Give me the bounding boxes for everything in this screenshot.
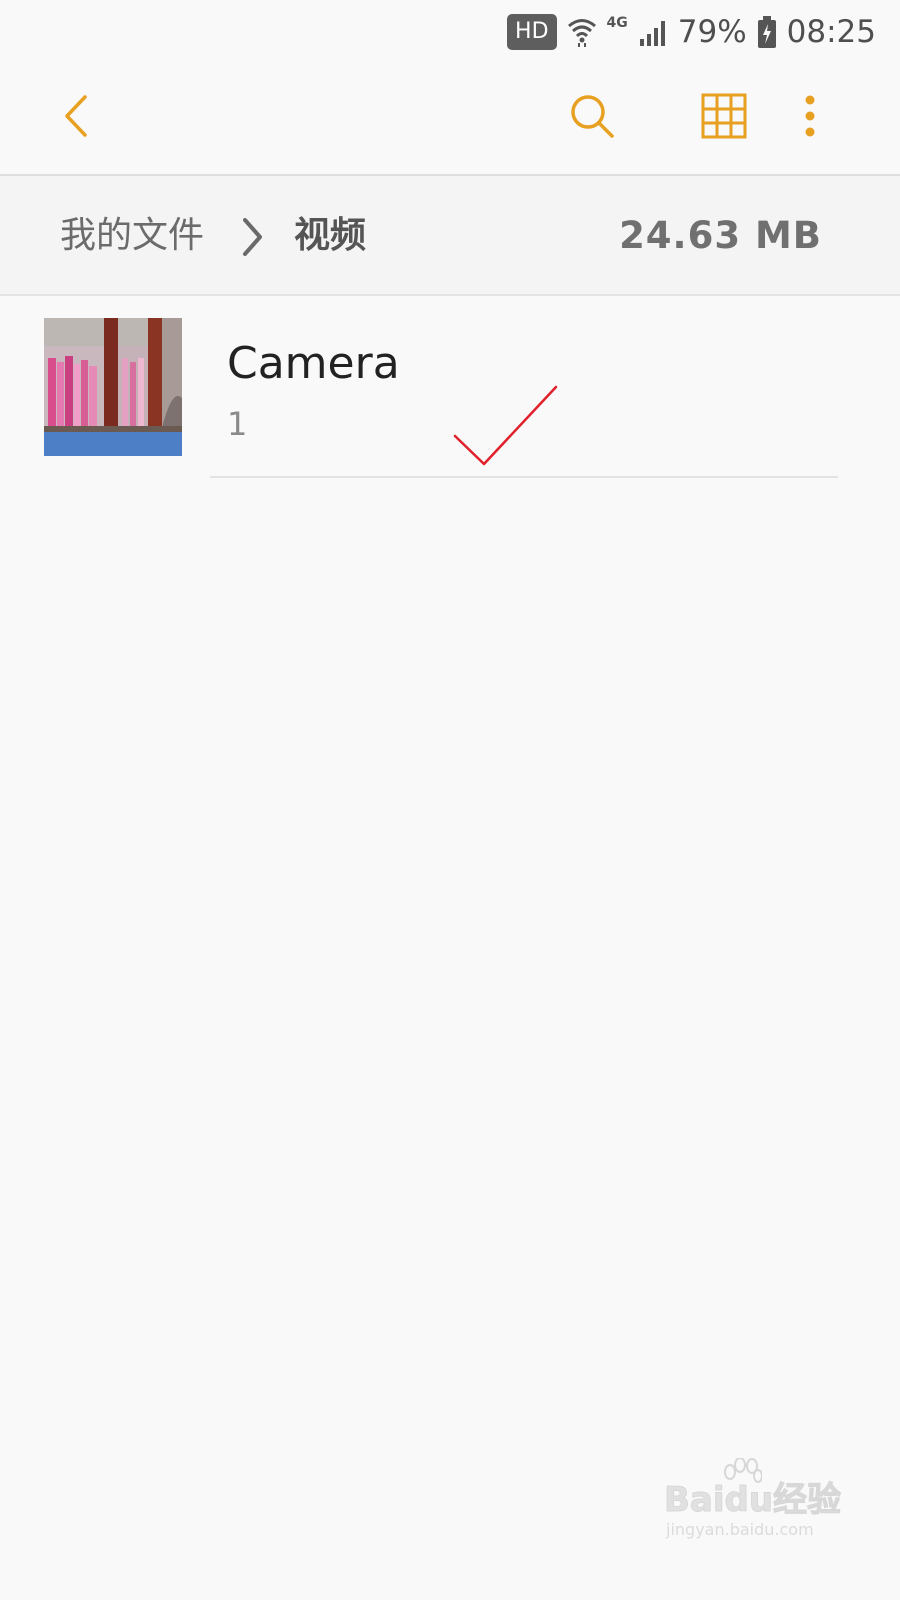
back-arrow-icon xyxy=(61,94,91,142)
breadcrumb-parent[interactable]: 我的文件 xyxy=(60,214,204,258)
grid-view-button[interactable] xyxy=(686,80,762,156)
network-type: 4G xyxy=(606,15,628,31)
hd-badge: HD xyxy=(507,14,557,50)
wifi-icon xyxy=(567,16,597,48)
more-options-button[interactable] xyxy=(780,80,840,156)
storage-size: 24.63 MB xyxy=(619,214,822,257)
video-thumbnail xyxy=(44,318,182,456)
app-bar xyxy=(0,62,900,175)
folder-item-count: 1 xyxy=(227,405,248,443)
battery-percent: 79% xyxy=(677,14,747,50)
breadcrumb: 我的文件 视频 24.63 MB xyxy=(0,176,900,294)
list-divider xyxy=(210,476,838,478)
check-mark-annotation xyxy=(452,384,562,472)
watermark-url: jingyan.baidu.com xyxy=(666,1520,814,1539)
signal-icon xyxy=(638,17,668,47)
battery-charging-icon xyxy=(757,15,777,49)
folder-name: Camera xyxy=(227,338,400,389)
breadcrumb-current: 视频 xyxy=(294,215,367,256)
watermark: Baidu经验 jingyan.baidu.com xyxy=(663,1457,842,1558)
more-options-icon xyxy=(803,95,817,141)
status-bar: HD 4G 79% 08:25 xyxy=(0,0,900,62)
grid-view-icon xyxy=(701,93,747,143)
chevron-right-icon xyxy=(240,216,266,262)
watermark-brand: Baidu经验 xyxy=(663,1480,842,1521)
search-button[interactable] xyxy=(554,80,630,156)
clock: 08:25 xyxy=(786,14,876,50)
back-button[interactable] xyxy=(38,80,114,156)
status-indicators: HD 4G 79% 08:25 xyxy=(507,10,876,54)
search-icon xyxy=(568,92,616,144)
folder-list-item[interactable]: Camera 1 xyxy=(0,296,900,480)
